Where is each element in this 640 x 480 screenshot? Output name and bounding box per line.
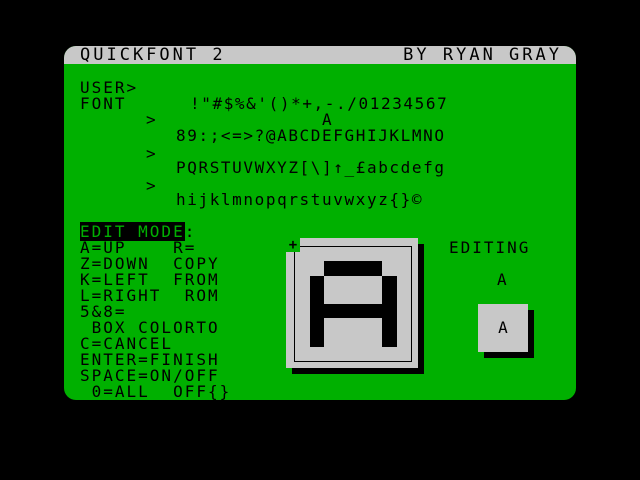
pixel-cell[interactable]: [382, 247, 397, 261]
pixel-cell[interactable]: [324, 276, 339, 290]
pixel-cell[interactable]: [397, 247, 412, 261]
pixel-cell[interactable]: [397, 290, 412, 304]
pixel-cell[interactable]: [353, 290, 368, 304]
pixel-grid[interactable]: [294, 246, 412, 362]
pixel-cell[interactable]: [353, 261, 368, 276]
title-bar: QUICKFONT 2 BY RYAN GRAY: [64, 46, 576, 64]
pixel-cell[interactable]: [397, 333, 412, 347]
pixel-cell[interactable]: [338, 261, 353, 276]
pixel-cell[interactable]: [310, 261, 325, 275]
editing-char: A: [497, 270, 509, 289]
pixel-cell[interactable]: [310, 347, 325, 361]
pixel-cell[interactable]: [338, 304, 353, 319]
char-preview: A: [478, 304, 528, 352]
pixel-cell[interactable]: [324, 261, 339, 276]
charset-row-2[interactable]: 89:;<=>?@ABCDEFGHIJKLMNO: [176, 128, 446, 144]
pixel-cell[interactable]: [368, 347, 383, 361]
pixel-cell[interactable]: [309, 318, 324, 333]
pixel-cell[interactable]: [397, 261, 412, 275]
help-line: 0=ALL OFF{}: [80, 382, 232, 400]
author-credit: BY RYAN GRAY: [403, 46, 562, 65]
pixel-cell[interactable]: [324, 318, 339, 332]
main-panel: QUICKFONT 2 BY RYAN GRAY USER> FONT !"#$…: [64, 46, 576, 400]
pixel-cell[interactable]: [368, 276, 383, 290]
pixel-cell[interactable]: [353, 318, 368, 332]
pixel-cell[interactable]: [339, 290, 354, 304]
pixel-cell[interactable]: [339, 318, 354, 332]
pixel-cell[interactable]: [382, 289, 397, 304]
pixel-cell[interactable]: [339, 276, 354, 290]
pixel-cell[interactable]: [295, 290, 310, 304]
pixel-cell[interactable]: [339, 333, 354, 347]
pixel-cell[interactable]: [382, 261, 397, 275]
pixel-cell[interactable]: [339, 247, 354, 261]
pixel-cell[interactable]: [367, 261, 382, 276]
app-title: QUICKFONT 2: [80, 46, 226, 65]
pixel-cell[interactable]: [382, 347, 397, 361]
pixel-cell[interactable]: [382, 304, 397, 319]
pixel-editor: +: [286, 238, 418, 368]
pixel-cell[interactable]: [324, 247, 339, 261]
pixel-cell[interactable]: [353, 347, 368, 361]
editing-label: EDITING: [449, 238, 531, 257]
pixel-cell[interactable]: [309, 275, 324, 290]
pixel-cell[interactable]: [353, 247, 368, 261]
row-arrow-3: >: [146, 176, 158, 195]
charset-row-1[interactable]: !"#$%&'()*+,-./01234567: [190, 96, 448, 112]
pixel-cell[interactable]: [382, 275, 397, 290]
pixel-cell[interactable]: [295, 333, 310, 347]
pixel-cell[interactable]: [295, 276, 310, 290]
edit-cursor: +: [286, 238, 300, 252]
pixel-cell[interactable]: [295, 318, 310, 332]
pixel-cell[interactable]: [382, 318, 397, 333]
pixel-cell[interactable]: [353, 304, 368, 319]
charset-row-4[interactable]: hijklmnopqrstuvwxyz{}©: [176, 192, 423, 208]
pixel-cell[interactable]: [367, 304, 382, 319]
pixel-cell[interactable]: [397, 347, 412, 361]
font-label: FONT: [80, 94, 127, 113]
pixel-cell[interactable]: [368, 247, 383, 261]
pixel-cell[interactable]: [295, 347, 310, 361]
pixel-cell[interactable]: [397, 276, 412, 290]
row-arrow-2: >: [146, 144, 158, 163]
pixel-cell[interactable]: [310, 247, 325, 261]
pixel-cell[interactable]: [339, 347, 354, 361]
pixel-cell[interactable]: [309, 304, 324, 319]
pixel-cell[interactable]: [397, 318, 412, 332]
pixel-cell[interactable]: [309, 332, 324, 347]
pixel-cell[interactable]: [353, 276, 368, 290]
row-arrow-1: >: [146, 110, 158, 129]
pixel-cell[interactable]: [324, 347, 339, 361]
pixel-cell[interactable]: [324, 333, 339, 347]
pixel-cell[interactable]: [382, 332, 397, 347]
pixel-cell[interactable]: [324, 290, 339, 304]
pixel-cell[interactable]: [295, 261, 310, 275]
pixel-cell[interactable]: [324, 304, 339, 319]
pixel-cell[interactable]: [368, 290, 383, 304]
pixel-cell[interactable]: [353, 333, 368, 347]
charset-row-3[interactable]: PQRSTUVWXYZ[\]↑_£abcdefg: [176, 160, 446, 176]
pixel-cell[interactable]: [295, 304, 310, 318]
pixel-cell[interactable]: [309, 289, 324, 304]
pixel-cell[interactable]: [368, 333, 383, 347]
pixel-cell[interactable]: [397, 304, 412, 318]
pixel-cell[interactable]: [368, 318, 383, 332]
